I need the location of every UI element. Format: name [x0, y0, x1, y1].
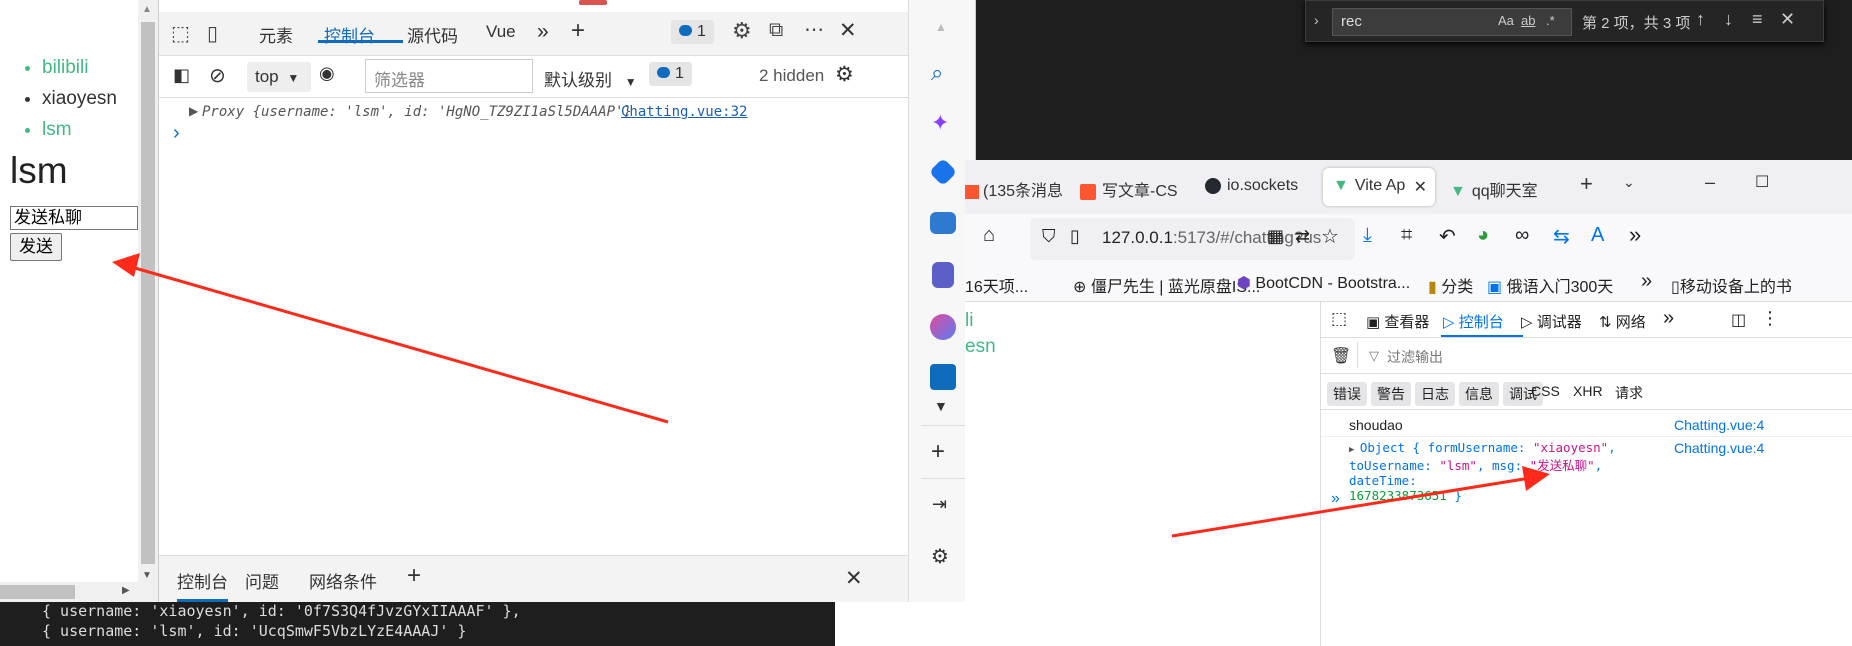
annotation-arrow-right [1171, 466, 1550, 538]
annotation-arrow-left [112, 253, 669, 424]
annotation-arrows [112, 253, 1550, 538]
